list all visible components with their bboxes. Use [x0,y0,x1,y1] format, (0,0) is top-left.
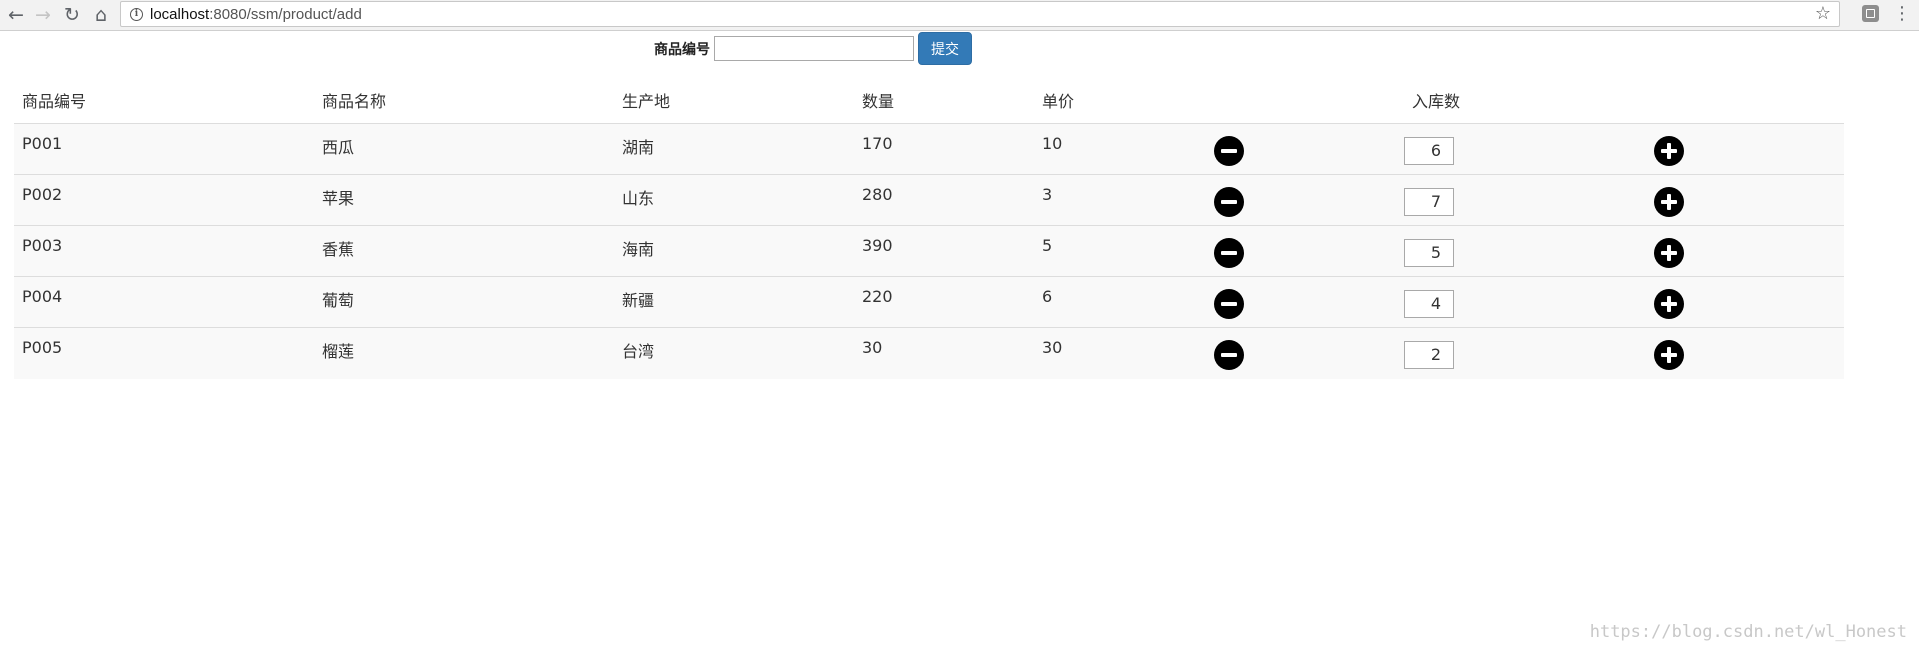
cell-origin: 湖南 [614,123,854,175]
cell-inbound [1404,225,1654,277]
header-increase [1654,82,1844,124]
url-host: localhost [150,5,210,23]
inbound-quantity-input[interactable] [1404,340,1454,369]
cell-price: 3 [1034,174,1214,226]
header-price: 单价 [1034,82,1214,124]
table-row: P002 苹果 山东 280 3 [14,174,1844,226]
cell-decrease [1214,327,1404,379]
submit-button[interactable]: 提交 [918,32,972,65]
arrow-left-icon[interactable]: ← [4,3,28,27]
reload-icon[interactable]: ↻ [60,3,84,27]
inbound-quantity-input[interactable] [1404,187,1454,216]
minus-circle-icon[interactable] [1214,186,1244,217]
cell-product-id: P001 [14,123,314,175]
star-icon[interactable]: ☆ [1815,3,1831,24]
plus-circle-icon[interactable] [1654,135,1684,166]
plus-circle-icon[interactable] [1654,288,1684,319]
header-origin: 生产地 [614,82,854,124]
plus-circle-icon[interactable] [1654,339,1684,370]
cell-product-id: P004 [14,276,314,328]
url-text[interactable]: localhost:8080/ssm/product/add [150,6,362,23]
cell-product-id: P002 [14,174,314,226]
cell-increase [1654,225,1844,277]
cell-origin: 新疆 [614,276,854,328]
watermark: https://blog.csdn.net/wl_Honest [1589,622,1907,642]
cell-increase [1654,174,1844,226]
product-table: 商品编号 商品名称 生产地 数量 单价 入库数 P001 西瓜 湖南 170 1… [14,82,1844,379]
browser-toolbar: ← → ↻ ⌂ i localhost:8080/ssm/product/add… [0,0,1919,31]
cell-product-name: 西瓜 [314,123,614,175]
cell-inbound [1404,327,1654,379]
cell-price: 6 [1034,276,1214,328]
cell-inbound [1404,276,1654,328]
cell-product-name: 榴莲 [314,327,614,379]
header-product-id: 商品编号 [14,82,314,124]
cell-increase [1654,327,1844,379]
cell-decrease [1214,123,1404,175]
plus-circle-icon[interactable] [1654,186,1684,217]
cell-origin: 台湾 [614,327,854,379]
extension-icon[interactable] [1862,5,1879,22]
cell-quantity: 30 [854,327,1034,379]
cell-origin: 山东 [614,174,854,226]
header-product-name: 商品名称 [314,82,614,124]
cell-decrease [1214,276,1404,328]
cell-decrease [1214,225,1404,277]
inbound-quantity-input[interactable] [1404,136,1454,165]
minus-circle-icon[interactable] [1214,237,1244,268]
table-header-row: 商品编号 商品名称 生产地 数量 单价 入库数 [14,82,1844,124]
cell-quantity: 170 [854,123,1034,175]
header-quantity: 数量 [854,82,1034,124]
cell-quantity: 390 [854,225,1034,277]
url-path: :8080/ssm/product/add [209,5,362,23]
minus-circle-icon[interactable] [1214,135,1244,166]
minus-circle-icon[interactable] [1214,288,1244,319]
header-decrease [1214,82,1404,124]
cell-inbound [1404,174,1654,226]
inbound-quantity-input[interactable] [1404,238,1454,267]
cell-quantity: 280 [854,174,1034,226]
table-row: P001 西瓜 湖南 170 10 [14,123,1844,175]
inbound-quantity-input[interactable] [1404,289,1454,318]
cell-quantity: 220 [854,276,1034,328]
header-inbound: 入库数 [1404,82,1654,124]
plus-circle-icon[interactable] [1654,237,1684,268]
cell-product-name: 香蕉 [314,225,614,277]
cell-price: 5 [1034,225,1214,277]
product-search-form: 商品编号 提交 [654,32,972,65]
cell-increase [1654,123,1844,175]
cell-product-name: 苹果 [314,174,614,226]
cell-increase [1654,276,1844,328]
cell-origin: 海南 [614,225,854,277]
cell-price: 10 [1034,123,1214,175]
table-row: P004 葡萄 新疆 220 6 [14,276,1844,328]
product-id-label: 商品编号 [654,41,710,58]
table-row: P005 榴莲 台湾 30 30 [14,327,1844,379]
table-row: P003 香蕉 海南 390 5 [14,225,1844,277]
minus-circle-icon[interactable] [1214,339,1244,370]
arrow-right-icon[interactable]: → [31,3,55,27]
cell-product-id: P005 [14,327,314,379]
info-icon[interactable]: i [130,7,143,21]
cell-price: 30 [1034,327,1214,379]
home-icon[interactable]: ⌂ [89,3,113,27]
product-id-input[interactable] [714,36,914,61]
cell-inbound [1404,123,1654,175]
cell-decrease [1214,174,1404,226]
cell-product-id: P003 [14,225,314,277]
cell-product-name: 葡萄 [314,276,614,328]
more-menu-icon[interactable]: ⋮ [1893,3,1911,24]
address-bar[interactable]: i localhost:8080/ssm/product/add ☆ [120,1,1840,27]
